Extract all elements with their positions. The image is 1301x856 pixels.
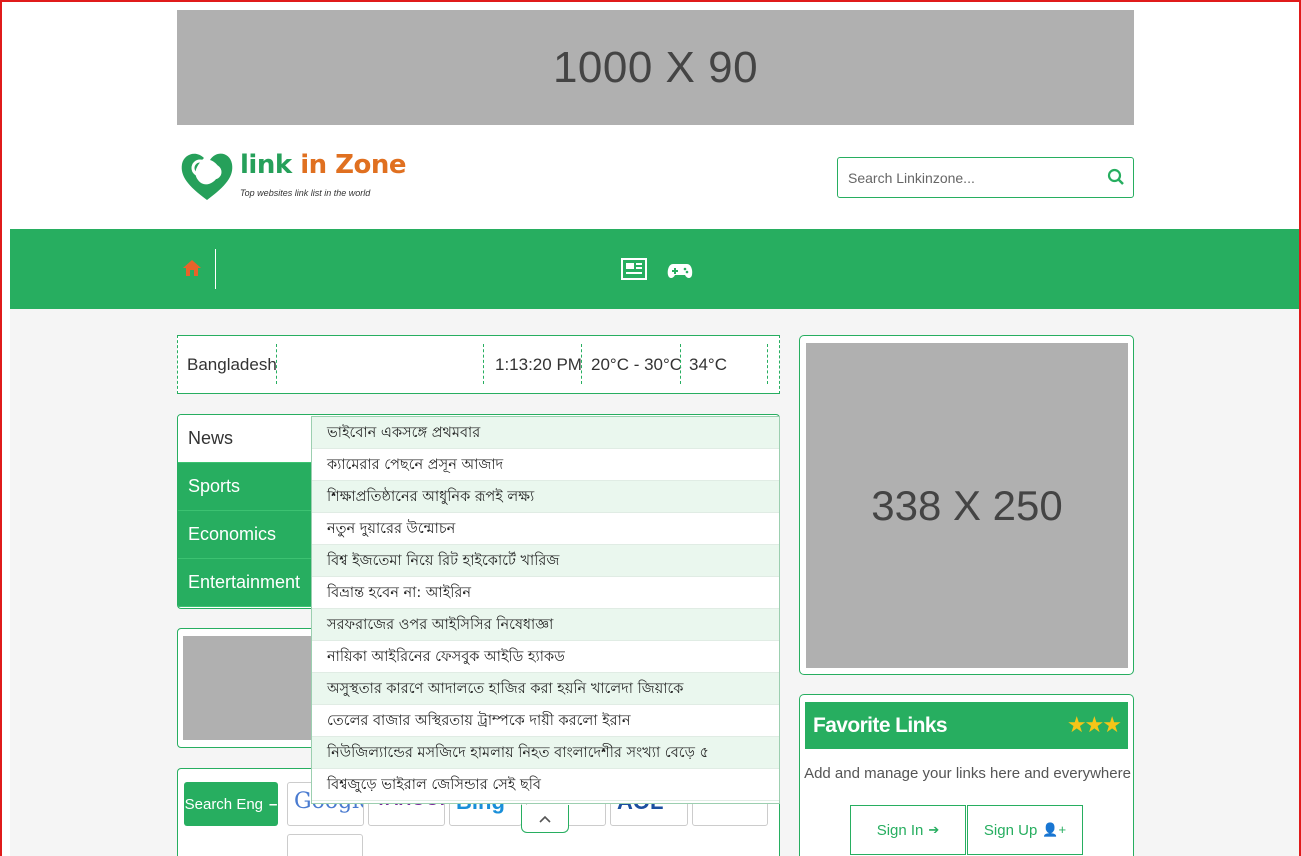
sign-up-label: Sign Up: [983, 821, 1038, 839]
tab-sports[interactable]: Sports: [178, 463, 312, 511]
favorite-links-title: Favorite Links: [813, 714, 948, 737]
info-separator: [276, 344, 277, 384]
sign-in-button[interactable]: Sign In ➔: [850, 805, 966, 855]
engine-tile[interactable]: [287, 834, 363, 856]
search-engine-button-label: Search Eng: [184, 795, 264, 813]
logo-wordmark: link in Zone: [240, 150, 407, 180]
news-headline[interactable]: বিভ্রান্ত হবেন না: আইরিন: [312, 577, 779, 609]
news-headline[interactable]: নায়িকা আইরিনের ফেসবুক আইডি হ্যাকড: [312, 641, 779, 673]
news-headline[interactable]: তেলের বাজার অস্থিরতায় ট্রাম্পকে দায়ী ক…: [312, 705, 779, 737]
gamepad-icon[interactable]: [667, 262, 693, 280]
add-user-icon: 👤+: [1042, 822, 1067, 837]
scroll-up-button[interactable]: [521, 805, 569, 833]
search-engine-button[interactable]: Search Eng –: [184, 782, 278, 826]
right-ad-placeholder[interactable]: 338 X 250: [806, 343, 1128, 668]
right-ad-box: 338 X 250: [799, 335, 1134, 675]
logo-tagline: Top websites link list in the world: [240, 188, 371, 198]
news-headline[interactable]: নিউজিল্যান্ডের মসজিদে হামলায় নিহত বাংলা…: [312, 737, 779, 769]
news-headline-list: ভাইবোন একসঙ্গে প্রথমবার ক্যামেরার পেছনে …: [311, 416, 780, 804]
right-ad-label: 338 X 250: [871, 481, 1063, 529]
info-separator: [483, 344, 484, 384]
main-navbar: [10, 229, 1301, 309]
current-temperature: 34°C: [689, 354, 727, 374]
chevron-up-icon: [539, 815, 551, 823]
logo-part1: link: [240, 150, 301, 180]
heart-logo-icon: [181, 153, 233, 200]
favorite-links-header: Favorite Links ★★★: [805, 702, 1128, 749]
clock-time: 1:13:20 PM: [495, 354, 582, 374]
news-headline[interactable]: ভাইবোন একসঙ্গে প্রথমবার: [312, 417, 779, 449]
tab-news[interactable]: News: [178, 415, 312, 463]
news-headline[interactable]: অসুস্থতার কারণে আদালতে হাজির করা হয়নি খ…: [312, 673, 779, 705]
search-form: [837, 157, 1134, 198]
favorite-links-description: Add and manage your links here and every…: [804, 765, 1131, 782]
country-label: Bangladesh: [187, 354, 277, 374]
sign-up-button[interactable]: Sign Up 👤+: [967, 805, 1083, 855]
news-headline[interactable]: ক্যামেরার পেছনে প্রসূন আজাদ: [312, 449, 779, 481]
home-icon[interactable]: [182, 258, 202, 278]
news-headline[interactable]: বিশ্ব ইজতেমা নিয়ে রিট হাইকোর্টে খারিজ: [312, 545, 779, 577]
info-bar: Bangladesh 1:13:20 PM 20°C - 30°C 34°C: [177, 335, 780, 394]
caret-down-icon: –: [269, 795, 278, 813]
sign-in-icon: ➔: [928, 822, 940, 837]
temperature-range: 20°C - 30°C: [591, 354, 683, 374]
left-ad-placeholder[interactable]: [183, 636, 323, 740]
favorite-links-box: Favorite Links ★★★ Add and manage your l…: [799, 694, 1134, 856]
tab-economics[interactable]: Economics: [178, 511, 312, 559]
news-headline[interactable]: সরফরাজের ওপর আইসিসির নিষেধাজ্ঞা: [312, 609, 779, 641]
info-separator: [767, 344, 768, 384]
newspaper-icon[interactable]: [621, 258, 647, 280]
news-headline[interactable]: বিশ্বজুড়ে ভাইরাল জেসিন্ডার সেই ছবি: [312, 769, 779, 801]
search-icon[interactable]: [1107, 168, 1125, 186]
site-logo[interactable]: link in Zone Top websites link list in t…: [178, 140, 407, 206]
stars-icon: ★★★: [1066, 712, 1122, 737]
news-headline[interactable]: নতুন দুয়ারের উন্মোচন: [312, 513, 779, 545]
top-banner-ad[interactable]: 1000 X 90: [177, 10, 1134, 125]
nav-divider: [215, 249, 216, 289]
sign-in-label: Sign In: [876, 821, 924, 839]
search-input[interactable]: [838, 158, 1098, 197]
news-headline[interactable]: শিক্ষাপ্রতিষ্ঠানের আধুনিক রূপই লক্ষ্য: [312, 481, 779, 513]
logo-part2: in Zone: [300, 150, 407, 180]
info-separator: [680, 344, 681, 384]
info-separator: [581, 344, 582, 384]
tab-entertainment[interactable]: Entertainment: [178, 559, 312, 607]
top-ad-label: 1000 X 90: [552, 42, 759, 92]
